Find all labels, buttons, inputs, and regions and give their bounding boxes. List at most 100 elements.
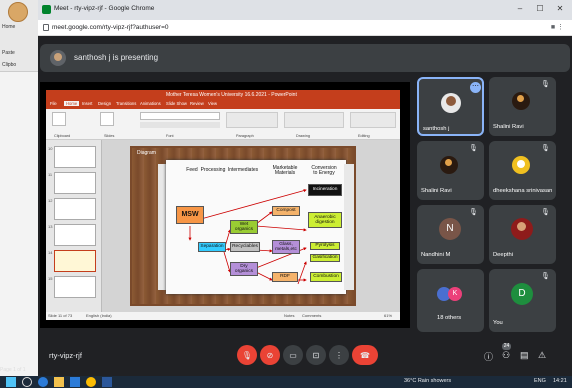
present-button[interactable]: ⊡ (306, 345, 326, 365)
chrome-title-bar: Meet - rty-vipz-rjf - Google Chrome – ☐ … (38, 0, 572, 20)
slide-thumb-15[interactable] (54, 276, 96, 298)
slide-thumb-10[interactable] (54, 146, 96, 168)
camera-icon[interactable]: ■ ⋮ (551, 23, 564, 31)
tray-clock[interactable]: 14:21 (553, 378, 567, 384)
captions-button[interactable]: ▭ (283, 345, 303, 365)
mic-toggle-button[interactable]: 🎙︎ (237, 345, 257, 365)
node-anaerobic-digestion: Anaerobic digestion (308, 212, 342, 228)
ppt-tab-home[interactable]: Home (64, 101, 80, 106)
slide-thumb-14[interactable] (54, 250, 96, 272)
participant-avatar-initial: D (511, 283, 533, 305)
maximize-icon[interactable]: ☐ (532, 4, 548, 13)
minimize-icon[interactable]: – (512, 4, 528, 13)
slide-thumb-12[interactable] (54, 198, 96, 220)
presenting-text: santhosh j is presenting (74, 53, 159, 62)
participant-tile-others[interactable]: K 18 others (417, 269, 484, 332)
mic-off-icon: 🎙︎ (469, 209, 478, 216)
participant-photo-light (517, 95, 524, 102)
screen: Home Paste Clipbo Meet - rty-vipz-rjf - … (0, 0, 572, 388)
chrome-icon[interactable] (86, 377, 96, 387)
status-language: English (India) (86, 313, 112, 318)
participant-name: Deepthi (493, 252, 513, 258)
mic-off-icon: 🎙︎ (241, 350, 253, 360)
people-icon[interactable]: ⚇ (502, 350, 510, 361)
participant-name: dheekshana srinivasan (493, 188, 553, 194)
leave-call-button[interactable]: ☎ (352, 345, 378, 365)
participant-tile-deepthi[interactable]: 🎙︎ Deepthi (489, 205, 556, 264)
participant-count-badge: 24 (502, 343, 511, 350)
thumb-num-15: 15 (48, 276, 53, 281)
camera-off-icon: ⊘ (266, 350, 274, 360)
url-text: meet.google.com/rty-vipz-rjf?authuser=0 (52, 24, 169, 31)
more-options-icon[interactable]: ⋯ (470, 82, 481, 93)
address-bar[interactable]: meet.google.com/rty-vipz-rjf?authuser=0 … (38, 20, 572, 36)
participant-tile-santhosh[interactable]: ⋯ santhosh j (417, 77, 484, 136)
mic-off-icon: 🎙︎ (541, 145, 550, 152)
meeting-details-icon[interactable]: ⓘ (484, 350, 493, 363)
lock-icon (43, 24, 49, 31)
ppt-tab-transitions[interactable]: Transitions (116, 101, 136, 106)
more-options-button[interactable]: ⋮ (329, 345, 349, 365)
close-icon[interactable]: ✕ (552, 4, 568, 13)
paste-icon[interactable] (52, 112, 66, 126)
participant-photo-face (517, 222, 526, 231)
thumb-num-12: 12 (48, 198, 53, 203)
participant-name: Nandhini M (421, 252, 451, 258)
participant-avatar-initial: N (439, 218, 461, 240)
new-slide-icon[interactable] (100, 112, 114, 126)
status-slide-count: Slide 11 of 73 (48, 313, 73, 318)
participant-tile-shalini-1[interactable]: 🎙︎ Shalini Ravi (489, 77, 556, 136)
drawing-shapes[interactable] (284, 112, 344, 128)
font-selector[interactable] (140, 112, 220, 120)
node-dry-organics: Dry organics (230, 262, 258, 276)
participant-name: 18 others (437, 315, 462, 321)
activities-icon[interactable]: ⚠ (538, 350, 546, 361)
participant-name: Shalini Ravi (421, 188, 452, 194)
participant-tile-dheekshana[interactable]: 🎙︎ dheekshana srinivasan (489, 141, 556, 200)
participant-tile-shalini-2[interactable]: 🎙︎ Shalini Ravi (417, 141, 484, 200)
ppt-tab-animations[interactable]: Animations (140, 101, 161, 106)
ppt-tab-slideshow[interactable]: Slide Show (166, 101, 187, 106)
search-icon[interactable] (22, 377, 32, 387)
camera-toggle-button[interactable]: ⊘ (260, 345, 280, 365)
slide-thumb-13[interactable] (54, 224, 96, 246)
ribbon-group-editing: Editing (358, 134, 370, 138)
slide-tag: Diagram (137, 150, 156, 156)
ppt-tab-view[interactable]: View (208, 101, 217, 106)
participant-photo-light (445, 159, 452, 166)
ppt-tab-review[interactable]: Review (190, 101, 204, 106)
editing-controls[interactable] (350, 112, 396, 128)
edge-icon[interactable] (38, 377, 48, 387)
windows-start-icon[interactable] (6, 377, 16, 387)
tray-language[interactable]: ENG (534, 378, 546, 384)
more-vert-icon: ⋮ (335, 350, 343, 360)
status-comments[interactable]: Comments (302, 313, 321, 318)
page-label: Page 1 of 1 (0, 367, 26, 373)
mic-off-icon: 🎙︎ (541, 273, 550, 280)
paragraph-controls[interactable] (226, 112, 278, 128)
mic-off-icon: 🎙︎ (469, 145, 478, 152)
ribbon-group-slides: Slides (104, 134, 115, 138)
thumb-num-10: 10 (48, 146, 53, 151)
ribbon-group-clipboard: Clipboard (54, 134, 71, 138)
node-recyclables: Recyclables (230, 242, 260, 252)
participant-photo-face (446, 96, 456, 106)
file-explorer-icon[interactable] (54, 377, 64, 387)
thumb-num-14: 14 (48, 250, 53, 255)
ribbon-group-font: Font (166, 134, 174, 138)
mic-off-icon: 🎙︎ (541, 81, 550, 88)
chat-icon[interactable]: ▤ (520, 350, 529, 361)
node-gasification: Gasification (310, 254, 340, 262)
weather-text[interactable]: 36°C Rain showers (404, 378, 451, 384)
status-notes[interactable]: Notes (284, 313, 294, 318)
ppt-tab-file[interactable]: File (50, 101, 57, 106)
ppt-tab-design[interactable]: Design (98, 101, 111, 106)
font-format-buttons[interactable] (140, 122, 220, 128)
participant-tile-nandhini[interactable]: N 🎙︎ Nandhini M (417, 205, 484, 264)
participant-tile-you[interactable]: D 🎙︎ You (489, 269, 556, 332)
word-icon[interactable] (102, 377, 112, 387)
slide-thumb-11[interactable] (54, 172, 96, 194)
ppt-tab-insert[interactable]: Insert (82, 101, 92, 106)
mail-icon[interactable] (70, 377, 80, 387)
node-rdf: RDF (272, 272, 298, 282)
